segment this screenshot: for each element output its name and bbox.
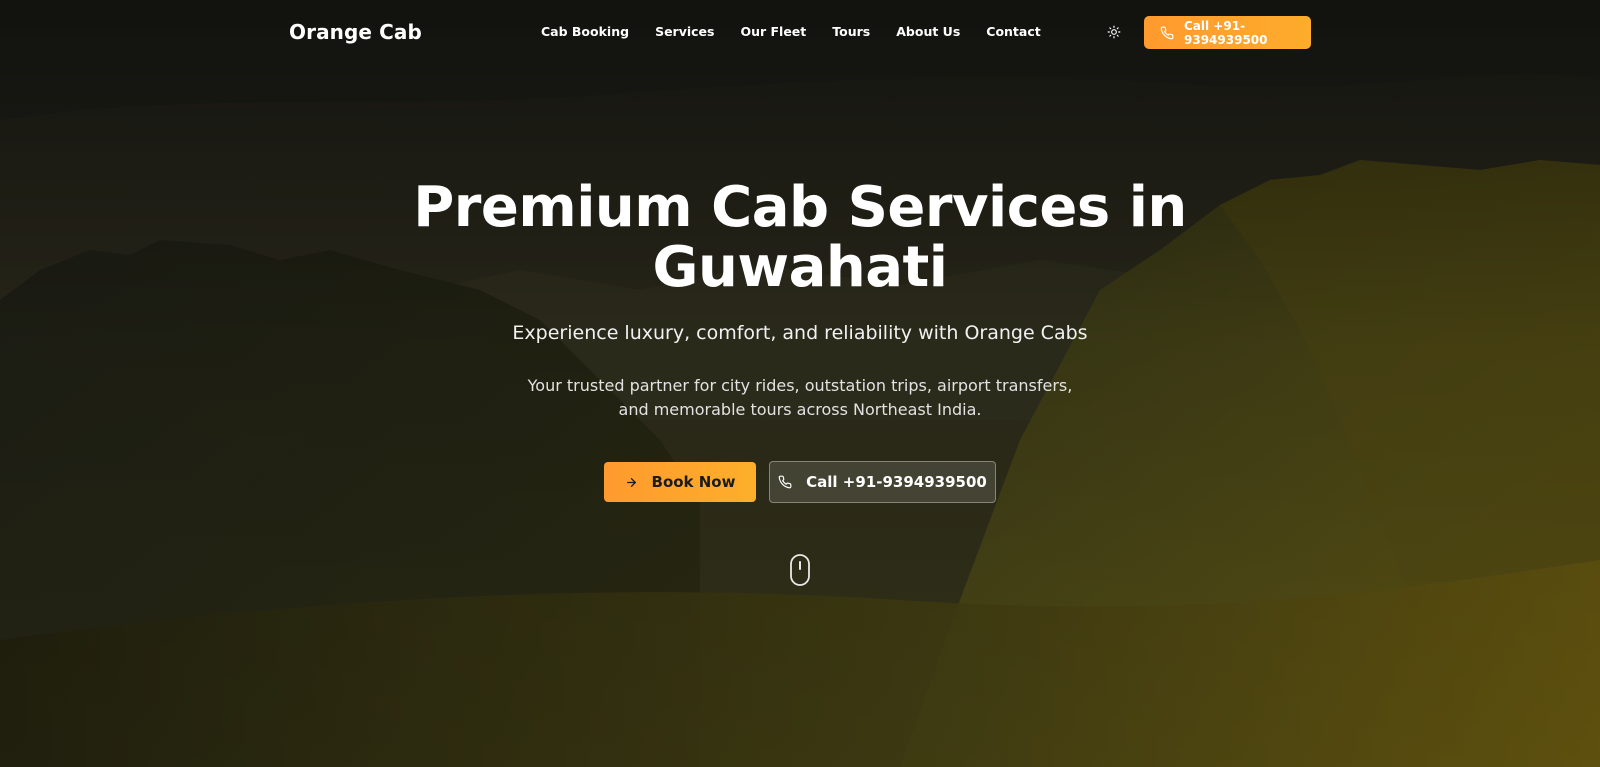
- mouse-scroll-icon[interactable]: [790, 554, 810, 586]
- hero-call-label: Call +91-9394939500: [806, 473, 987, 491]
- theme-toggle-button[interactable]: [1104, 22, 1124, 42]
- nav-links: Cab Booking Services Our Fleet Tours Abo…: [541, 24, 1067, 39]
- nav-link-services[interactable]: Services: [655, 24, 714, 39]
- hero-call-button[interactable]: Call +91-9394939500: [769, 461, 996, 503]
- arrow-right-icon: [625, 476, 638, 489]
- book-now-button[interactable]: Book Now: [604, 462, 756, 502]
- header-call-button[interactable]: Call +91-9394939500: [1144, 16, 1311, 49]
- brand-logo[interactable]: Orange Cab: [289, 20, 422, 44]
- phone-icon: [1160, 26, 1174, 40]
- header-call-label: Call +91-9394939500: [1184, 18, 1268, 47]
- hero-title: Premium Cab Services in Guwahati: [300, 178, 1300, 298]
- phone-icon: [778, 475, 792, 489]
- hero-description: Your trusted partner for city rides, out…: [527, 376, 1073, 419]
- nav-link-tours[interactable]: Tours: [832, 24, 870, 39]
- hero-title-line-2: Guwahati: [652, 235, 948, 300]
- sun-icon: [1107, 25, 1121, 39]
- page: Orange Cab Cab Booking Services Our Flee…: [0, 0, 1600, 767]
- nav-link-about-us[interactable]: About Us: [896, 24, 960, 39]
- hero-title-line-1: Premium Cab Services in: [413, 175, 1187, 240]
- nav-link-cab-booking[interactable]: Cab Booking: [541, 24, 629, 39]
- nav-link-our-fleet[interactable]: Our Fleet: [740, 24, 806, 39]
- book-now-label: Book Now: [651, 473, 736, 491]
- hero-subtitle: Experience luxury, comfort, and reliabil…: [512, 322, 1088, 344]
- nav-link-contact[interactable]: Contact: [986, 24, 1040, 39]
- top-navbar: Orange Cab Cab Booking Services Our Flee…: [0, 0, 1600, 66]
